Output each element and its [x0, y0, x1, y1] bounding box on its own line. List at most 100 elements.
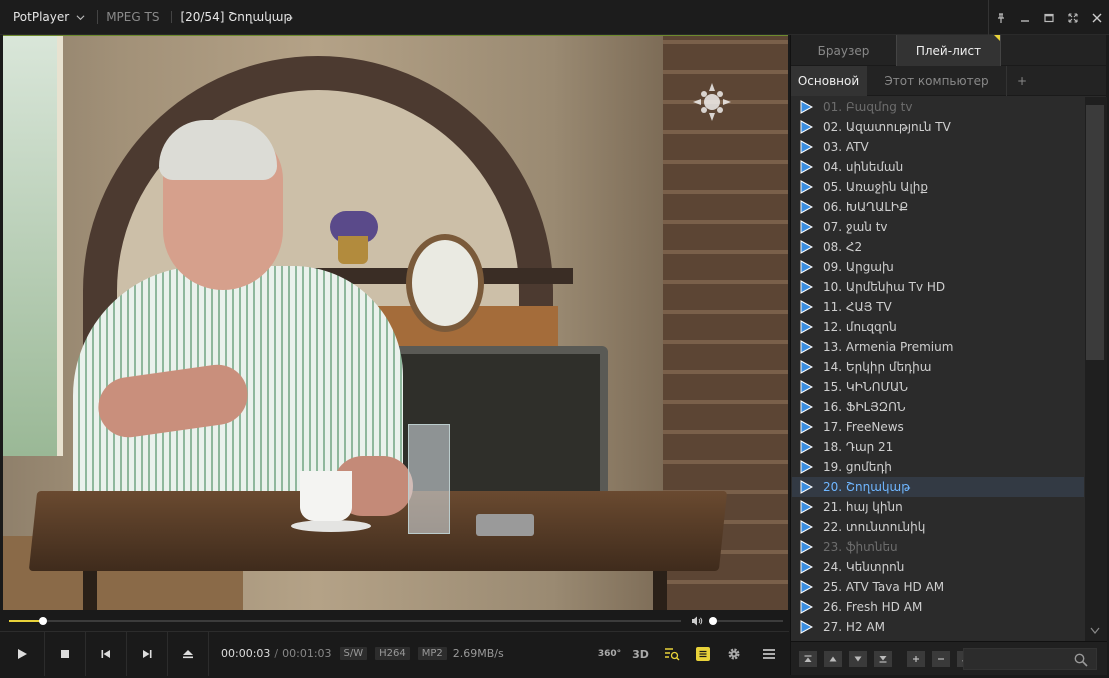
playlist-item[interactable]: 10. Արմենիա Tv HD [792, 277, 1084, 297]
playlist-item[interactable]: 23. ֆիտնես [792, 537, 1084, 557]
play-triangle-icon [800, 180, 813, 194]
open-file-button[interactable] [168, 631, 209, 676]
fullscreen-button[interactable] [1061, 0, 1085, 35]
move-bottom-button[interactable] [874, 650, 892, 667]
play-triangle-icon [800, 220, 813, 234]
scroll-down-icon[interactable] [1090, 627, 1100, 635]
maximize-button[interactable] [1037, 0, 1061, 35]
playlist-item[interactable]: 11. ՀԱՅ TV [792, 297, 1084, 317]
close-button[interactable] [1085, 0, 1109, 35]
playlist-item-label: 07. ջան tv [823, 220, 888, 234]
playlist-item[interactable]: 05. Առաջին Ալիք [792, 177, 1084, 197]
tab-browser[interactable]: Браузер [791, 35, 896, 66]
next-button[interactable] [127, 631, 168, 676]
playlist-item-label: 21. հայ կինո [823, 500, 903, 514]
seek-handle[interactable] [39, 617, 47, 625]
playlist-item-label: 24. Կենտրոն [823, 560, 905, 574]
subtab-this-computer[interactable]: Этот компьютер [867, 66, 1007, 96]
tab-playlist[interactable]: Плей-лист [896, 35, 1001, 66]
seek-track[interactable] [9, 620, 681, 622]
audio-codec-badge[interactable]: MP2 [417, 647, 447, 660]
playlist-item[interactable]: 13. Armenia Premium [792, 337, 1084, 357]
main-menu-button[interactable] [749, 632, 789, 676]
pin-button[interactable] [989, 0, 1013, 35]
play-triangle-icon [800, 400, 813, 414]
fullscreen-icon [1068, 12, 1078, 23]
app-menu-button[interactable]: PotPlayer [0, 0, 85, 34]
move-up-button[interactable] [824, 650, 842, 667]
playlist-search-button[interactable] [656, 632, 687, 676]
3d-button[interactable]: 3D [625, 632, 656, 676]
plus-icon [913, 655, 919, 662]
playlist-item[interactable]: 18. Դար 21 [792, 437, 1084, 457]
move-top-button[interactable] [799, 650, 817, 667]
playlist-item[interactable]: 22. տունտունիկ [792, 517, 1084, 537]
playlist-item-label: 10. Արմենիա Tv HD [823, 280, 946, 294]
playlist-item[interactable]: 26. Fresh HD AM [792, 597, 1084, 617]
playlist-item[interactable]: 17. FreeNews [792, 417, 1084, 437]
play-button[interactable] [0, 631, 45, 676]
control-bar: 00:00:03 / 00:01:03 S/W H264 MP2 2.69MB/… [0, 631, 789, 676]
add-subtab-button[interactable]: + [1007, 66, 1037, 96]
playlist-item-label: 01. Բազմոց tv [823, 100, 913, 114]
volume-handle[interactable] [709, 617, 717, 625]
playlist-item[interactable]: 09. Արցախ [792, 257, 1084, 277]
codec-label: MPEG TS [106, 10, 160, 24]
stop-button[interactable] [45, 631, 86, 676]
play-triangle-icon [800, 420, 813, 434]
playlist-item[interactable]: 24. Կենտրոն [792, 557, 1084, 577]
video-scene-person-hair [159, 120, 277, 180]
playlist-subtabs: Основной Этот компьютер + [791, 66, 1106, 96]
playlist-item[interactable]: 01. Բազմոց tv [792, 97, 1084, 117]
previous-button[interactable] [86, 631, 127, 676]
playlist-item[interactable]: 12. մուզզոն [792, 317, 1084, 337]
playlist-item[interactable]: 16. ՖԻԼՅԶՈՆ [792, 397, 1084, 417]
playlist-item[interactable]: 14. Երկիր մեդիա [792, 357, 1084, 377]
scrollbar-thumb[interactable] [1086, 105, 1104, 360]
seek-bar[interactable] [3, 610, 788, 631]
playlist-search-input[interactable] [963, 648, 1097, 670]
move-up-icon [829, 656, 837, 661]
playlist-item[interactable]: 08. Հ2 [792, 237, 1084, 257]
app-name: PotPlayer [13, 10, 70, 24]
play-triangle-icon [800, 100, 813, 114]
playlist-scrollbar[interactable] [1085, 97, 1107, 641]
total-time[interactable]: 00:01:03 [282, 647, 331, 660]
play-triangle-icon [800, 540, 813, 554]
playlist-item-label: 13. Armenia Premium [823, 340, 954, 354]
play-triangle-icon [800, 440, 813, 454]
video-scene-clock [406, 234, 484, 332]
add-item-button[interactable] [907, 650, 925, 667]
volume-icon[interactable] [691, 615, 703, 627]
playlist-item-label: 18. Դար 21 [823, 440, 894, 454]
playlist-toggle-button[interactable] [687, 632, 718, 676]
playlist-item-label: 12. մուզզոն [823, 320, 897, 334]
playlist-item-current[interactable]: 20. Շողակաթ [792, 477, 1084, 497]
playlist-item[interactable]: 15. ԿԻՆՈՄԱՆ [792, 377, 1084, 397]
playlist-item[interactable]: 07. ջան tv [792, 217, 1084, 237]
playlist-item[interactable]: 27. H2 AM [792, 617, 1084, 637]
volume-track[interactable] [711, 620, 783, 622]
gear-icon [727, 648, 740, 660]
settings-button[interactable] [718, 632, 749, 676]
playlist-item[interactable]: 02. Ազատություն TV [792, 117, 1084, 137]
playlist-item[interactable]: 25. ATV Tava HD AM [792, 577, 1084, 597]
playlist-item[interactable]: 03. ATV [792, 137, 1084, 157]
vr-360-button[interactable]: 360° [594, 632, 625, 676]
play-triangle-icon [800, 380, 813, 394]
playlist-item[interactable]: 21. հայ կինո [792, 497, 1084, 517]
playlist-item[interactable]: 06. ԽԱՂԱԼԻՔ [792, 197, 1084, 217]
playlist-item-label: 06. ԽԱՂԱԼԻՔ [823, 200, 909, 214]
playlist-item[interactable]: 19. ցոմեդի [792, 457, 1084, 477]
3d-label: 3D [632, 647, 649, 661]
video-frame[interactable] [3, 36, 788, 610]
play-triangle-icon [800, 500, 813, 514]
remove-item-button[interactable] [932, 650, 950, 667]
minimize-button[interactable] [1013, 0, 1037, 35]
playlist-item[interactable]: 04. սինեման [792, 157, 1084, 177]
decoder-badge[interactable]: S/W [339, 647, 368, 660]
video-codec-badge[interactable]: H264 [375, 647, 410, 660]
move-down-button[interactable] [849, 650, 867, 667]
play-triangle-icon [800, 360, 813, 374]
subtab-main[interactable]: Основной [791, 66, 867, 96]
